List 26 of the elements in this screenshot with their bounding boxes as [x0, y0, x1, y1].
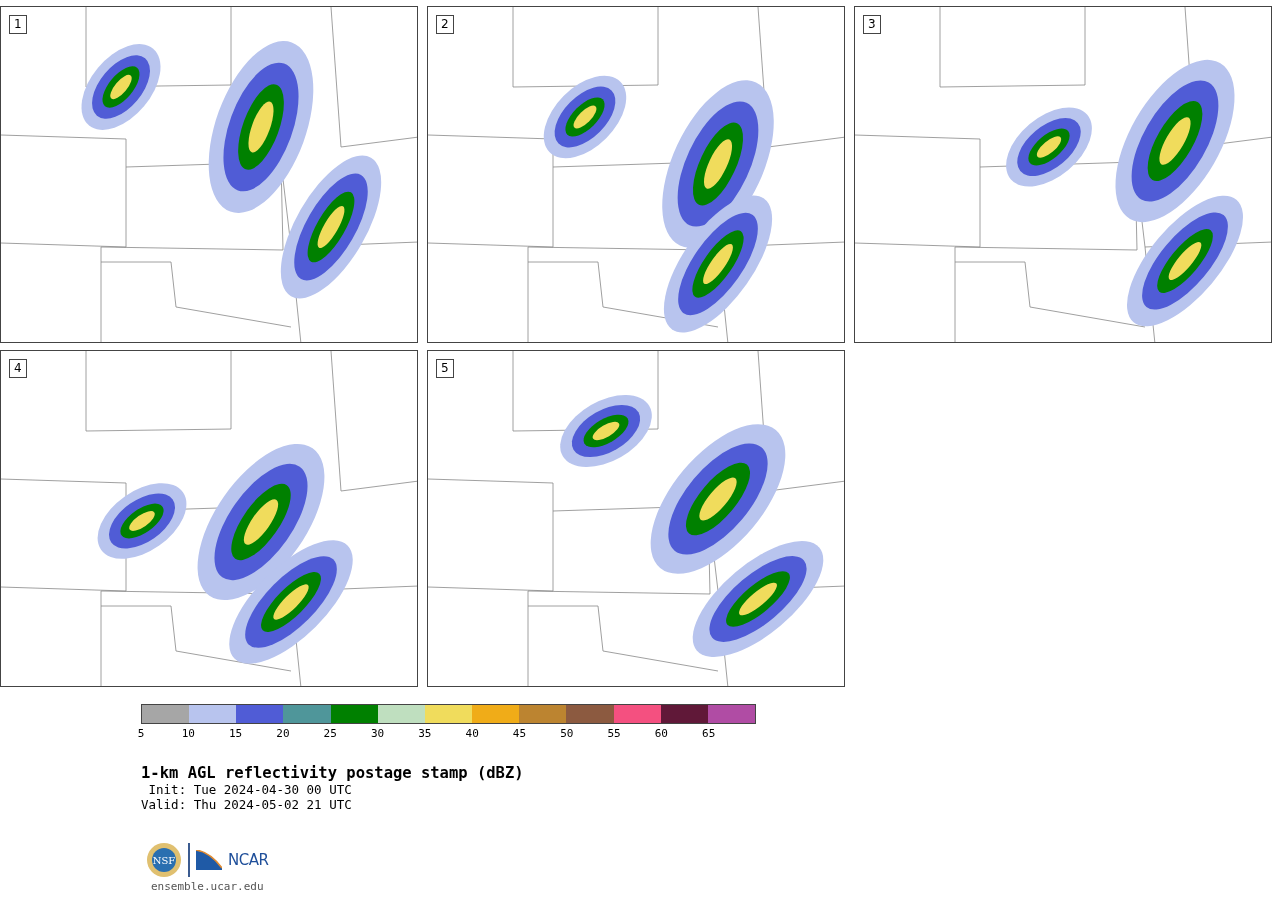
tick-label: 65	[702, 727, 716, 740]
tick-label: 15	[229, 727, 243, 740]
panel-number: 4	[9, 359, 27, 378]
valid-time: Valid: Thu 2024-05-02 21 UTC	[141, 797, 353, 812]
seal-logo: NSF	[146, 842, 182, 878]
panel-number: 3	[863, 15, 881, 34]
panel-number: 2	[436, 15, 454, 34]
tick-label: 35	[418, 727, 432, 740]
init-time: Init: Tue 2024-04-30 00 UTC	[147, 782, 353, 797]
tick-label: 10	[181, 727, 195, 740]
tick-label: 45	[512, 727, 527, 740]
panel-number: 1	[9, 15, 27, 34]
tick-label: 5	[137, 727, 145, 740]
tick-label: 20	[276, 727, 290, 740]
tick-label: 50	[560, 727, 574, 740]
tick-label: 30	[370, 727, 385, 740]
panel-number: 5	[436, 359, 454, 378]
tick-label: 60	[654, 727, 668, 740]
chart-title: 1-km AGL reflectivity postage stamp (dBZ)	[141, 764, 525, 782]
tick-label: 25	[323, 727, 337, 740]
tick-label: 40	[465, 727, 479, 740]
divider-line	[188, 843, 190, 877]
tick-label: 55	[607, 727, 621, 740]
swoosh-icon	[196, 850, 222, 870]
site-url: ensemble.ucar.edu	[151, 880, 265, 893]
logo-wordmark: NCAR	[228, 851, 269, 869]
